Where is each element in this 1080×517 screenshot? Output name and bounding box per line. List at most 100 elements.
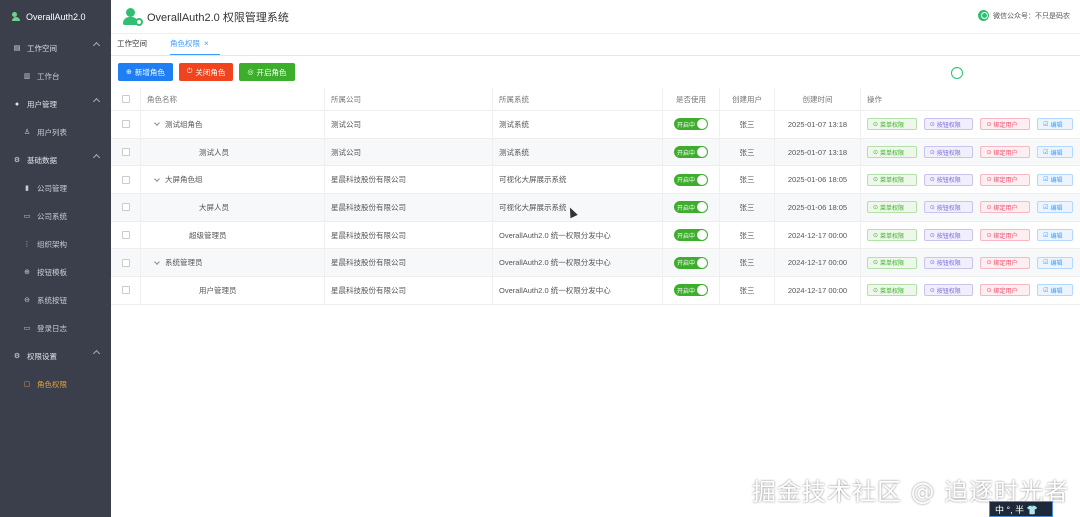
status-toggle[interactable]: 开启中: [674, 256, 708, 269]
table-row[interactable]: 用户管理员 星晨科技股份有限公司 OverallAuth2.0 统一权限分发中心 开启…: [111, 277, 1080, 305]
row-checkbox[interactable]: [111, 277, 141, 304]
tab-role-permission[interactable]: 角色权限 ×: [170, 33, 220, 55]
button-permission-button[interactable]: ⊙ 按钮权限: [923, 173, 974, 186]
sidebar-group[interactable]: ● 用户管理: [0, 90, 111, 118]
checkbox-box[interactable]: [121, 120, 130, 129]
button-permission-button[interactable]: ⊙ 按钮权限: [923, 284, 974, 297]
op-label: 按钮权限: [936, 178, 961, 185]
edit-button[interactable]: ☑ 编辑: [1037, 284, 1073, 297]
menu-permission-button[interactable]: ⊙ 菜单权限: [867, 284, 917, 297]
button-permission-button[interactable]: ⊙ 按钮权限: [923, 146, 974, 159]
chevron-down-icon[interactable]: [154, 175, 160, 182]
close-role-button[interactable]: ⏻ 关闭角色: [178, 63, 234, 81]
op-label: 绑定用户: [993, 178, 1018, 185]
bind-user-button[interactable]: ⊙ 绑定用户: [980, 256, 1031, 269]
toggle-label: 开启中: [677, 122, 696, 129]
edit-button[interactable]: ☑ 编辑: [1037, 229, 1073, 242]
checkbox-box[interactable]: [121, 258, 130, 267]
bind-user-button[interactable]: ⊙ 绑定用户: [980, 118, 1031, 131]
edit-button[interactable]: ☑ 编辑: [1037, 118, 1073, 131]
op-label: 按钮权限: [936, 261, 961, 268]
button-permission-button[interactable]: ⊙ 按钮权限: [923, 229, 974, 242]
checkbox-box[interactable]: [121, 203, 130, 212]
table-row[interactable]: 大屏角色组 星晨科技股份有限公司 可视化大屏展示系统 开启中 张三 2025-01-06 …: [111, 166, 1080, 195]
edit-button[interactable]: ☑ 编辑: [1037, 256, 1073, 269]
bind-user-button[interactable]: ⊙ 绑定用户: [980, 284, 1031, 297]
menu-permission-button[interactable]: ⊙ 菜单权限: [867, 229, 917, 242]
button-permission-button[interactable]: ⊙ 按钮权限: [923, 201, 974, 214]
checkbox-box[interactable]: [121, 175, 130, 184]
sidebar-item[interactable]: ▢ 角色权限: [0, 370, 111, 398]
status-toggle[interactable]: 开启中: [674, 201, 708, 214]
table-row[interactable]: 超级管理员 星晨科技股份有限公司 OverallAuth2.0 统一权限分发中心 开启…: [111, 221, 1080, 250]
sidebar-item[interactable]: ♙ 用户列表: [0, 118, 111, 146]
sidebar-item[interactable]: ⊕ 按钮模板: [0, 258, 111, 286]
cell-use: 开启中: [663, 138, 720, 166]
edit-button[interactable]: ☑ 编辑: [1037, 146, 1073, 159]
sidebar: OverallAuth2.0 ▤ 工作空间 ▥ 工作台 ● 用户管理 ♙ 用户列表 ⚙ 基础数据 ▮…: [0, 0, 111, 517]
header-company: 所属公司: [325, 88, 493, 110]
bind-user-button[interactable]: ⊙ 绑定用户: [980, 173, 1031, 186]
button-permission-button[interactable]: ⊙ 按钮权限: [923, 256, 974, 269]
logo[interactable]: OverallAuth2.0: [0, 0, 111, 34]
sidebar-group[interactable]: ⚙ 基础数据: [0, 146, 111, 174]
gear-icon: ⊙: [986, 204, 992, 211]
select-all-checkbox[interactable]: [111, 88, 141, 110]
bind-user-button[interactable]: ⊙ 绑定用户: [980, 229, 1031, 242]
gear-icon: ⊙: [873, 149, 879, 156]
sidebar-item[interactable]: ⋮ 组织架构: [0, 230, 111, 258]
checkbox-box[interactable]: [121, 148, 130, 157]
chevron-down-icon[interactable]: [154, 258, 160, 265]
row-checkbox[interactable]: [111, 166, 141, 194]
header-system: 所属系统: [493, 88, 663, 110]
row-checkbox[interactable]: [111, 111, 141, 138]
status-toggle[interactable]: 开启中: [674, 229, 708, 242]
table-row[interactable]: 测试人员 测试公司 测试系统 开启中 张三 2025-01-07 13:18 ⊙ 菜单权限 ⊙ 按…: [111, 138, 1080, 167]
sidebar-item[interactable]: ▭ 登录日志: [0, 314, 111, 342]
row-checkbox[interactable]: [111, 221, 141, 249]
open-role-button[interactable]: ◎ 开启角色: [239, 63, 295, 81]
sidebar-item-label: 组织架构: [37, 239, 67, 249]
close-icon[interactable]: ×: [204, 39, 209, 48]
menu-permission-button[interactable]: ⊙ 菜单权限: [867, 118, 917, 131]
menu-permission-button[interactable]: ⊙ 菜单权限: [867, 173, 917, 186]
status-toggle[interactable]: 开启中: [674, 173, 708, 186]
menu-permission-button[interactable]: ⊙ 菜单权限: [867, 256, 917, 269]
sidebar-item[interactable]: ▮ 公司管理: [0, 174, 111, 202]
add-role-button[interactable]: ⊕ 新增角色: [118, 63, 173, 81]
table-row[interactable]: 测试组角色 测试公司 测试系统 开启中 张三 2025-01-07 13:18 ⊙ 菜单权限 ⊙…: [111, 111, 1080, 139]
status-toggle[interactable]: 开启中: [674, 118, 708, 131]
table-row[interactable]: 大屏人员 星晨科技股份有限公司 可视化大屏展示系统 开启中 张三 2025-01-06 1…: [111, 194, 1080, 222]
gear-icon: ⊙: [873, 121, 879, 128]
tab-workspace[interactable]: 工作空间: [117, 33, 158, 55]
cell-use: 开启中: [663, 221, 720, 249]
button-permission-button[interactable]: ⊙ 按钮权限: [923, 118, 974, 131]
status-toggle[interactable]: 开启中: [674, 284, 708, 297]
menu-permission-button[interactable]: ⊙ 菜单权限: [867, 201, 917, 214]
bind-user-button[interactable]: ⊙ 绑定用户: [980, 201, 1031, 214]
status-toggle[interactable]: 开启中: [674, 146, 708, 159]
row-checkbox[interactable]: [111, 138, 141, 166]
menu-permission-button[interactable]: ⊙ 菜单权限: [867, 146, 917, 159]
edit-button[interactable]: ☑ 编辑: [1037, 201, 1073, 214]
sidebar-group-label: 用户管理: [27, 99, 57, 109]
edit-button[interactable]: ☑ 编辑: [1037, 173, 1073, 186]
role-name: 测试人员: [199, 147, 229, 157]
row-checkbox[interactable]: [111, 194, 141, 221]
checkbox-box[interactable]: [121, 231, 130, 240]
chevron-down-icon[interactable]: [154, 120, 160, 127]
sidebar-item-label: 工作台: [37, 71, 60, 81]
row-checkbox[interactable]: [111, 249, 141, 277]
chat-icon[interactable]: [951, 65, 963, 79]
table-row[interactable]: 系统管理员 星晨科技股份有限公司 OverallAuth2.0 统一权限分发中心 开启…: [111, 249, 1080, 278]
sidebar-item[interactable]: ⊖ 系统按钮: [0, 286, 111, 314]
sidebar-group[interactable]: ▤ 工作空间: [0, 34, 111, 62]
ime-indicator[interactable]: 中 °, 半 👕: [989, 501, 1053, 517]
checkbox-box[interactable]: [121, 286, 130, 295]
sidebar-item[interactable]: ▥ 工作台: [0, 62, 111, 90]
cell-system: 测试系统: [493, 138, 663, 166]
sidebar-group[interactable]: ⚙ 权限设置: [0, 342, 111, 370]
sidebar-item[interactable]: ▭ 公司系统: [0, 202, 111, 230]
bind-user-button[interactable]: ⊙ 绑定用户: [980, 146, 1031, 159]
wechat-account[interactable]: 微信公众号：不只是码农: [978, 10, 1070, 21]
